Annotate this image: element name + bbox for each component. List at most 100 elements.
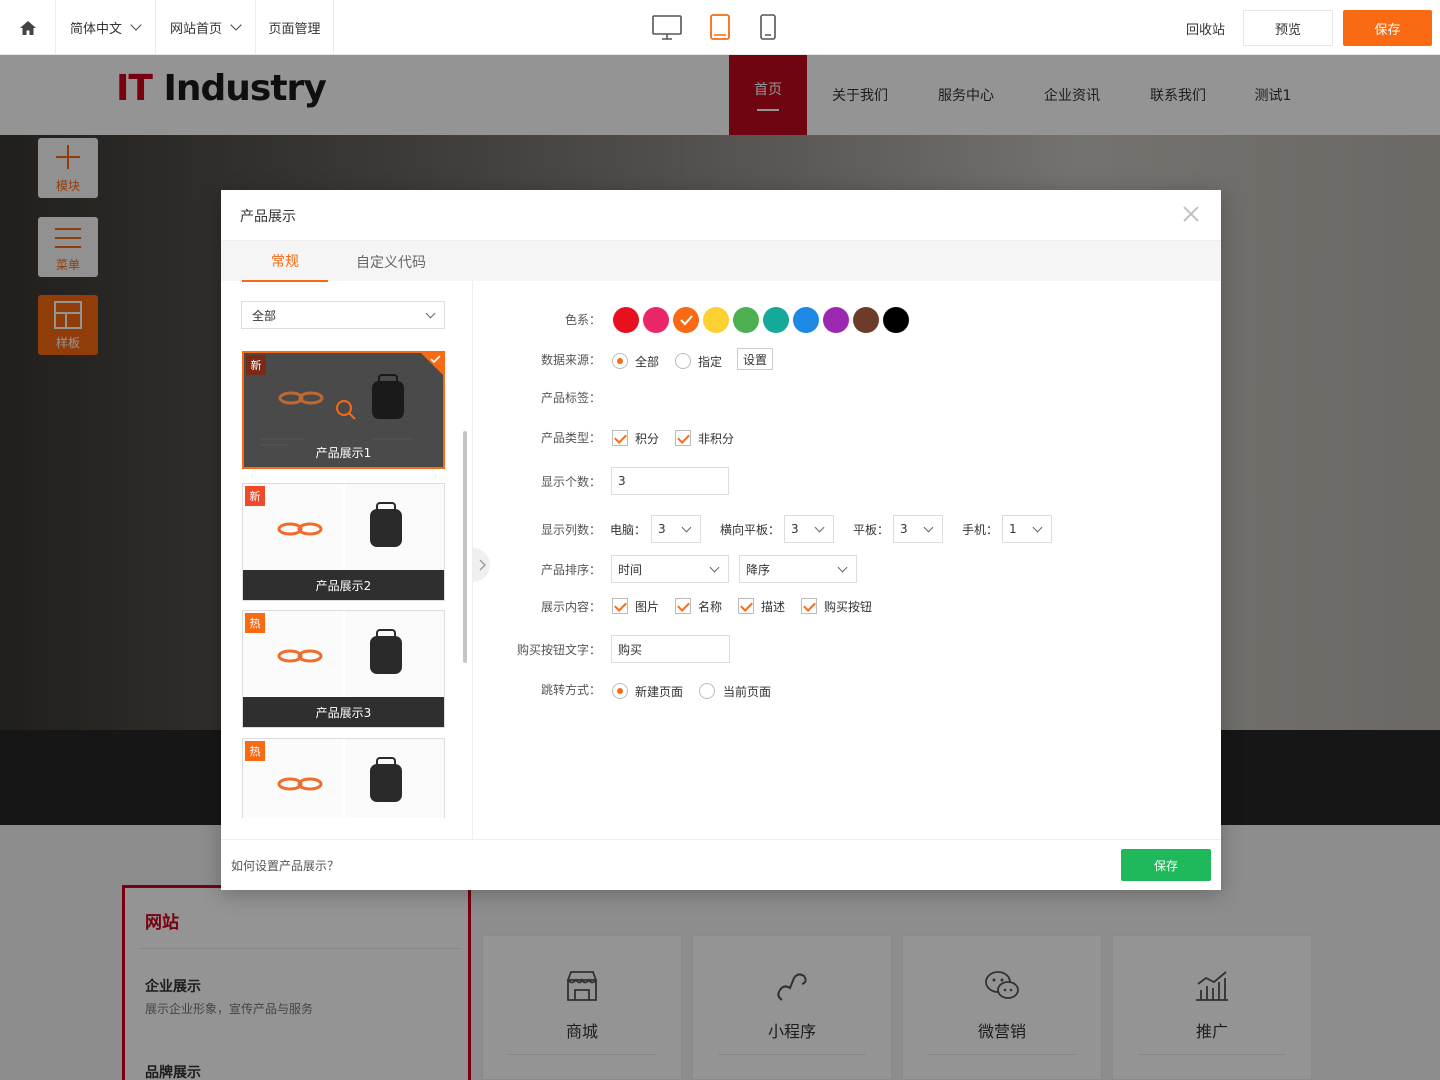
- tags-label: 产品标签：: [540, 391, 601, 405]
- template-card[interactable]: 热 产品展示3: [242, 610, 445, 728]
- color-swatch[interactable]: [613, 307, 639, 333]
- source-label: 数据来源：: [540, 353, 601, 367]
- sort-label: 产品排序：: [540, 563, 601, 577]
- tab-general[interactable]: 常规: [242, 241, 328, 282]
- jump-new-radio[interactable]: [612, 683, 628, 699]
- mobile-icon[interactable]: [760, 14, 776, 40]
- columns-label: 显示列数：: [540, 523, 601, 537]
- badge-hot: 热: [245, 741, 265, 761]
- template-name: 产品展示1: [315, 445, 372, 460]
- type-points-label: 积分: [635, 432, 660, 446]
- product-display-dialog: 产品展示 常规 自定义代码 全部 新 产品展示1 新 产品展示2 热 产品展示3…: [221, 190, 1221, 890]
- template-name: 产品展示2: [243, 570, 444, 600]
- columns-pc-select[interactable]: 3: [651, 515, 701, 543]
- template-card[interactable]: 新 产品展示1: [242, 351, 445, 469]
- save-button[interactable]: 保存: [1343, 10, 1432, 46]
- filter-value: 全部: [252, 308, 277, 323]
- badge-hot: 热: [245, 613, 265, 633]
- chevron-down-icon: [709, 562, 720, 573]
- chevron-down-icon: [230, 19, 242, 31]
- color-swatch[interactable]: [733, 307, 759, 333]
- color-swatch[interactable]: [853, 307, 879, 333]
- content-name-label: 名称: [698, 600, 723, 614]
- home-button[interactable]: [0, 0, 56, 55]
- chevron-right-icon: [479, 559, 486, 571]
- columns-tablet-label: 平板：: [853, 523, 890, 537]
- tablet-icon[interactable]: [710, 14, 730, 40]
- template-panel: 全部 新 产品展示1 新 产品展示2 热 产品展示3 热: [221, 281, 473, 839]
- divider: [221, 839, 1221, 840]
- color-swatch[interactable]: [673, 307, 699, 333]
- sort-field-select[interactable]: 时间: [611, 555, 729, 583]
- source-all-label: 全部: [635, 355, 660, 369]
- color-swatch[interactable]: [823, 307, 849, 333]
- select-value: 3: [658, 522, 666, 536]
- product-preview-image: [243, 739, 444, 818]
- language-dropdown[interactable]: 简体中文: [56, 0, 156, 55]
- color-swatch[interactable]: [643, 307, 669, 333]
- color-swatch[interactable]: [883, 307, 909, 333]
- home-icon: [19, 20, 36, 35]
- page-dropdown[interactable]: 网站首页: [156, 0, 256, 55]
- desktop-icon[interactable]: [652, 15, 682, 41]
- select-value: 3: [791, 522, 799, 536]
- source-all-radio[interactable]: [612, 353, 628, 369]
- count-label: 显示个数：: [540, 475, 601, 489]
- dialog-title: 产品展示: [240, 209, 296, 225]
- preview-button[interactable]: 预览: [1243, 10, 1333, 46]
- buy-text-input[interactable]: 购买: [611, 635, 730, 663]
- chevron-down-icon: [681, 522, 692, 533]
- content-desc-checkbox[interactable]: [738, 598, 754, 614]
- jump-current-radio[interactable]: [699, 683, 715, 699]
- page-manage-label: 页面管理: [268, 22, 321, 37]
- content-image-checkbox[interactable]: [612, 598, 628, 614]
- chevron-down-icon: [837, 562, 848, 573]
- type-points-checkbox[interactable]: [612, 430, 628, 446]
- type-label: 产品类型：: [540, 431, 601, 445]
- scrollbar[interactable]: [463, 431, 467, 663]
- content-name-checkbox[interactable]: [675, 598, 691, 614]
- template-card[interactable]: 新 产品展示2: [242, 483, 445, 601]
- chevron-down-icon: [814, 522, 825, 533]
- buy-text-label: 购买按钮文字：: [516, 643, 601, 657]
- close-icon[interactable]: [1181, 204, 1201, 224]
- count-input[interactable]: 3: [611, 467, 729, 495]
- jump-current-label: 当前页面: [723, 685, 772, 699]
- content-buy-checkbox[interactable]: [801, 598, 817, 614]
- tab-custom-code[interactable]: 自定义代码: [346, 241, 436, 282]
- select-value: 3: [900, 522, 908, 536]
- dialog-save-button[interactable]: 保存: [1121, 849, 1211, 881]
- type-nonpoints-label: 非积分: [698, 432, 735, 446]
- color-swatch[interactable]: [793, 307, 819, 333]
- select-value: 降序: [746, 562, 771, 577]
- chevron-down-icon: [1032, 522, 1043, 533]
- content-label: 展示内容：: [540, 600, 601, 614]
- template-card[interactable]: 热: [242, 738, 445, 818]
- jump-label: 跳转方式：: [540, 683, 601, 697]
- help-link[interactable]: 如何设置产品展示？: [231, 857, 339, 874]
- check-icon: [680, 315, 693, 326]
- template-name: 产品展示3: [243, 697, 444, 727]
- page-manage-button[interactable]: 页面管理: [256, 0, 334, 55]
- chevron-down-icon: [130, 19, 142, 31]
- color-swatch[interactable]: [703, 307, 729, 333]
- recycle-bin-link[interactable]: 回收站: [1186, 19, 1225, 38]
- columns-pc-label: 电脑：: [610, 523, 647, 537]
- columns-tablet-select[interactable]: 3: [893, 515, 943, 543]
- badge-new: 新: [245, 486, 265, 506]
- zoom-icon[interactable]: [335, 399, 357, 421]
- content-buy-label: 购买按钮: [824, 600, 873, 614]
- sort-order-select[interactable]: 降序: [739, 555, 857, 583]
- columns-htablet-select[interactable]: 3: [784, 515, 834, 543]
- color-swatch[interactable]: [763, 307, 789, 333]
- set-button[interactable]: 设置: [737, 348, 773, 370]
- type-nonpoints-checkbox[interactable]: [675, 430, 691, 446]
- source-specific-radio[interactable]: [675, 353, 691, 369]
- template-filter-select[interactable]: 全部: [241, 301, 445, 329]
- source-specific-label: 指定: [698, 355, 723, 369]
- columns-phone-select[interactable]: 1: [1002, 515, 1052, 543]
- editor-toolbar: 简体中文 网站首页 页面管理 回收站 预览 保存: [0, 0, 1440, 55]
- badge-new: 新: [246, 355, 266, 375]
- collapse-panel-button[interactable]: [473, 548, 490, 582]
- chevron-down-icon: [425, 308, 436, 319]
